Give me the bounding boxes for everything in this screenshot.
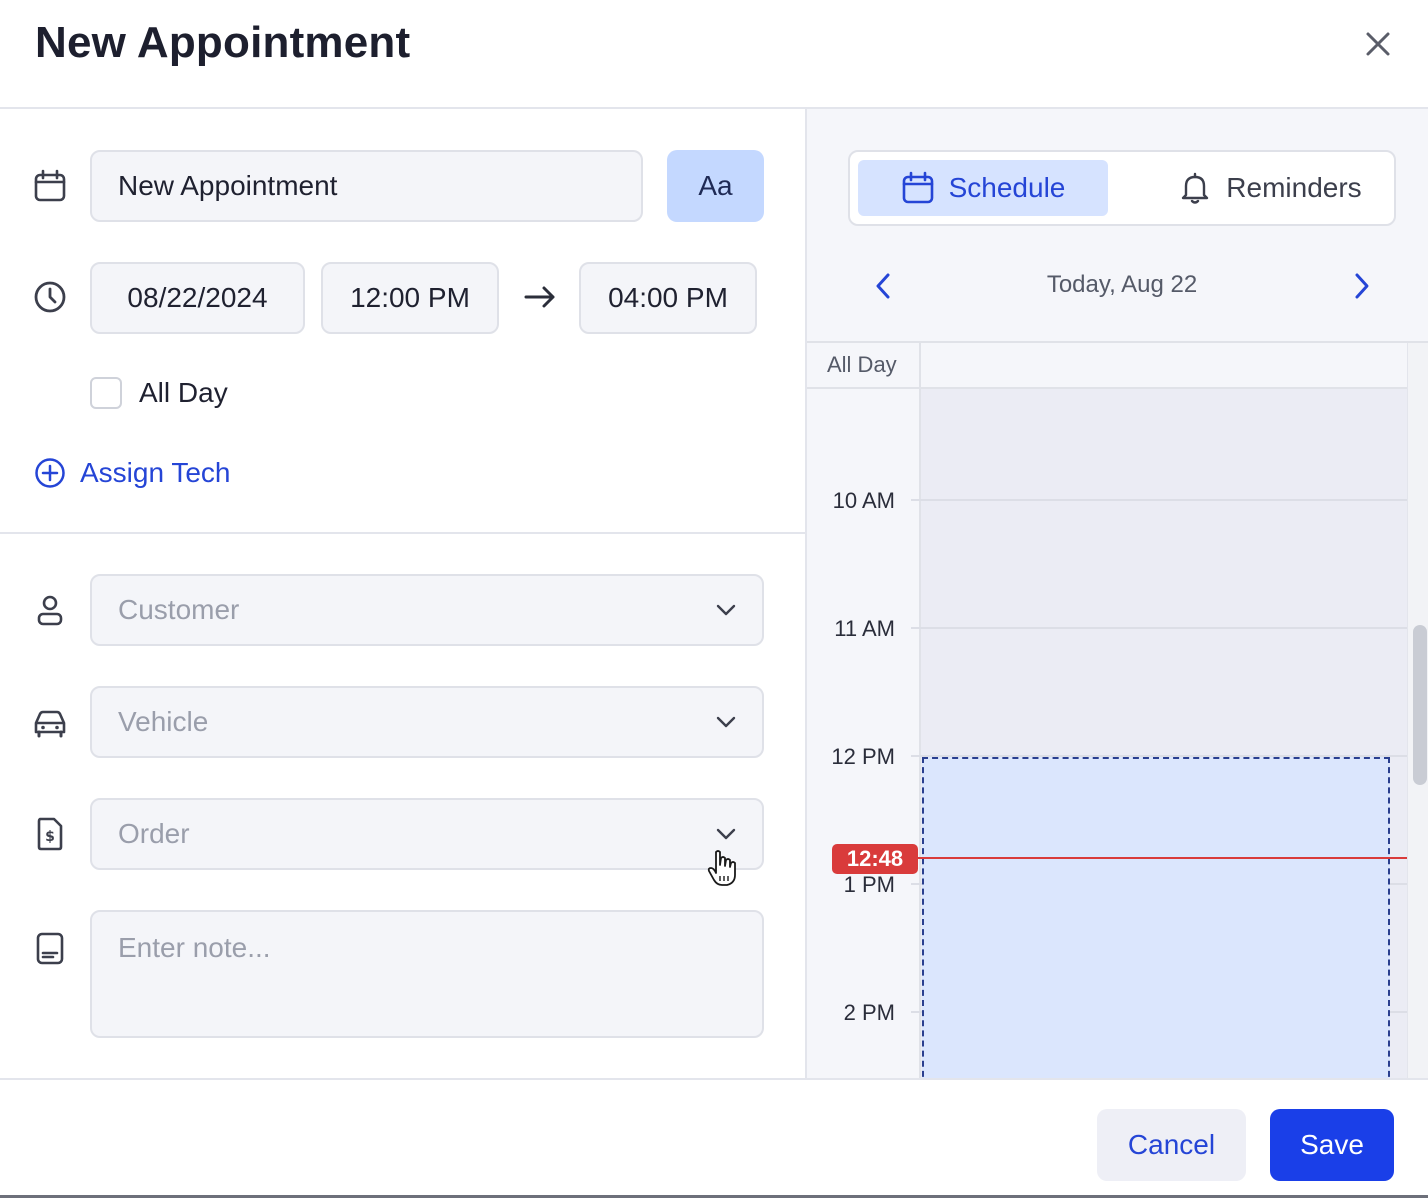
note-input[interactable]: Enter note... [90, 910, 764, 1038]
tab-reminders-label: Reminders [1226, 172, 1362, 203]
all-day-divider [807, 387, 1407, 389]
close-icon[interactable] [1360, 26, 1396, 62]
tab-schedule[interactable]: Schedule [858, 160, 1108, 216]
user-icon [32, 592, 68, 628]
all-day-checkbox[interactable] [90, 377, 122, 409]
chevron-down-icon [716, 604, 736, 616]
chevron-down-icon [716, 828, 736, 840]
hour-label: 12 PM [831, 744, 895, 769]
invoice-dollar-icon: $ [32, 816, 68, 852]
dialog-header: New Appointment [0, 0, 1428, 109]
clock-icon [32, 279, 68, 315]
plus-circle-icon [35, 458, 65, 488]
tab-reminders[interactable]: Reminders [1150, 160, 1390, 216]
current-time-line [912, 857, 1407, 859]
hour-line [911, 627, 1407, 629]
chevron-down-icon [716, 716, 736, 728]
svg-text:$: $ [45, 829, 55, 845]
end-time-field[interactable]: 04:00 PM [579, 262, 757, 334]
note-placeholder: Enter note... [118, 932, 271, 963]
bell-icon [1182, 172, 1209, 204]
date-field[interactable]: 08/22/2024 [90, 262, 305, 334]
chevron-left-icon[interactable] [869, 271, 897, 301]
calendar-icon [32, 168, 68, 204]
panel-tabs: Schedule Reminders [848, 150, 1396, 226]
start-time-value: 12:00 PM [350, 282, 470, 313]
start-time-field[interactable]: 12:00 PM [321, 262, 499, 334]
customer-placeholder: Customer [118, 594, 240, 625]
dialog-title: New Appointment [35, 18, 411, 67]
section-divider [0, 532, 805, 534]
date-value: 08/22/2024 [127, 282, 268, 313]
end-time-value: 04:00 PM [608, 282, 728, 313]
note-icon [32, 930, 68, 966]
hand-cursor-icon [706, 849, 740, 887]
vehicle-placeholder: Vehicle [118, 706, 209, 737]
cancel-button[interactable]: Cancel [1097, 1109, 1246, 1181]
assign-tech-button[interactable]: Assign Tech [34, 457, 230, 489]
hour-line [911, 499, 1407, 501]
dialog-footer: Cancel Save [0, 1078, 1428, 1198]
car-icon [32, 704, 68, 740]
calendar-icon [902, 171, 933, 204]
hour-label: 1 PM [843, 872, 895, 897]
chevron-right-icon[interactable] [1348, 271, 1376, 301]
calendar-all-day-label: All Day [827, 352, 897, 377]
arrow-right-icon [523, 285, 557, 309]
vehicle-select[interactable]: Vehicle [90, 686, 764, 758]
save-button[interactable]: Save [1270, 1109, 1394, 1181]
new-appointment-block[interactable] [922, 757, 1390, 1078]
tab-schedule-label: Schedule [948, 172, 1066, 203]
order-select[interactable]: Order [90, 798, 764, 870]
hour-label: 10 AM [832, 488, 895, 513]
hour-label: 11 AM [834, 616, 895, 641]
text-format-button[interactable]: Aa [667, 150, 764, 222]
scrollbar-thumb[interactable] [1413, 625, 1427, 785]
current-time-badge: 12:48 [832, 844, 918, 874]
hour-label: 2 PM [843, 1000, 895, 1025]
appointment-title-value: New Appointment [118, 170, 338, 201]
appointment-form: New Appointment Aa 08/22/2024 12:00 PM 0… [0, 109, 805, 1078]
appointment-title-input[interactable]: New Appointment [90, 150, 643, 222]
current-date-label: Today, Aug 22 [1046, 271, 1198, 298]
assign-tech-label: Assign Tech [80, 457, 231, 488]
customer-select[interactable]: Customer [90, 574, 764, 646]
schedule-panel: Schedule Reminders Today, Aug 22 All Day… [805, 109, 1428, 1078]
order-placeholder: Order [118, 818, 190, 849]
all-day-label: All Day [139, 377, 228, 408]
calendar-divider [807, 341, 1428, 343]
